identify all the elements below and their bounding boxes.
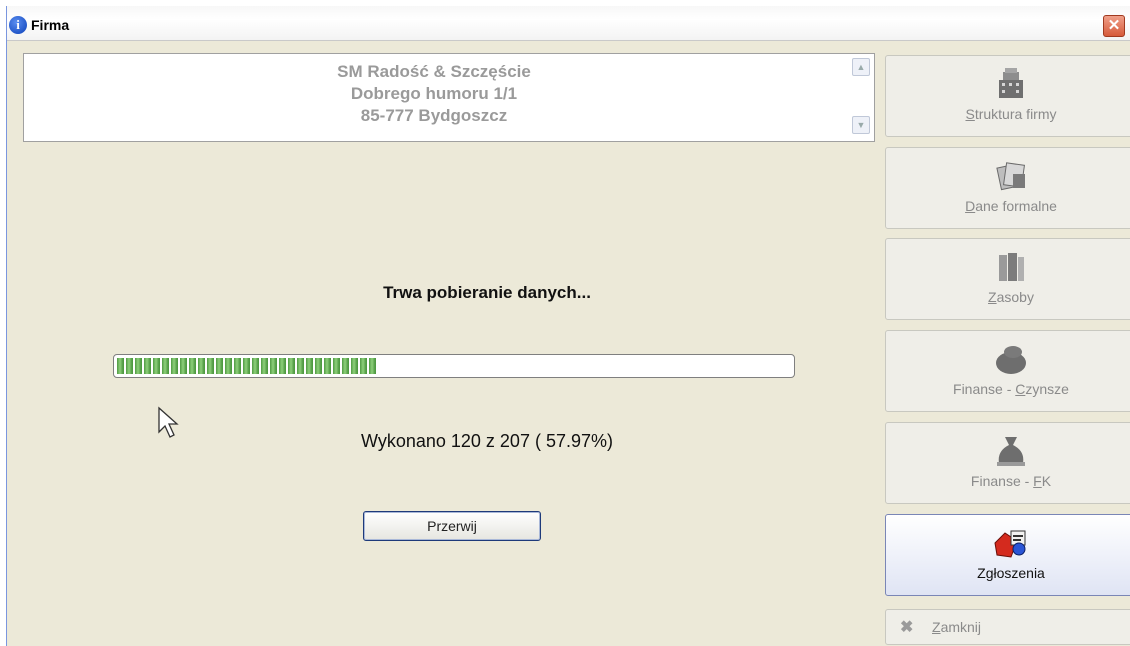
nav-formal-data-button[interactable]: Dane formalne [885, 147, 1130, 229]
nav-resources-label: Zasoby [988, 289, 1034, 305]
status-text: Trwa pobieranie danych... [383, 283, 591, 302]
window-close-button[interactable]: ✕ [1103, 15, 1125, 37]
address-line-name: SM Radość & Szczęście [337, 62, 531, 81]
nav-rent-finance-label: Finanse - Czynsze [953, 381, 1069, 397]
window-title: Firma [31, 17, 70, 33]
progress-count-text: Wykonano 120 z 207 ( 57.97%) [361, 431, 613, 451]
nav-reports-label: Zgłoszenia [977, 565, 1045, 581]
firma-window: i Firma ✕ SM Radość & Szczęście Dobrego … [6, 6, 1130, 646]
nav-fk-finance-button[interactable]: Finanse - FK [885, 422, 1130, 504]
nav-structure-button[interactable]: Struktura firmy [885, 55, 1130, 137]
money-bag-icon [996, 346, 1026, 374]
binders-icon [999, 253, 1024, 281]
nav-structure-label: Struktura firmy [965, 106, 1057, 122]
progress-bar [113, 354, 795, 378]
nav-formal-data-label: Dane formalne [965, 198, 1057, 214]
documents-icon [996, 162, 1026, 191]
reports-icon [994, 530, 1026, 558]
money-sack-icon [997, 437, 1025, 466]
nav-fk-finance-label: Finanse - FK [970, 473, 1052, 489]
address-scrollbar[interactable]: ▲ ▼ [852, 58, 870, 136]
nav-rent-finance-button[interactable]: Finanse - Czynsze [885, 330, 1130, 412]
title-bar[interactable]: i Firma ✕ [7, 6, 1130, 41]
mouse-cursor-icon [158, 406, 179, 438]
address-line-city: 85-777 Bydgoszcz [360, 106, 508, 125]
progress-fill [117, 358, 378, 374]
close-x-icon: ✖ [900, 619, 914, 636]
close-label: Zamknij [932, 619, 982, 635]
building-icon [999, 68, 1023, 98]
close-button[interactable]: ✖ Zamknij [885, 609, 1130, 645]
nav-resources-button[interactable]: Zasoby [885, 238, 1130, 320]
address-line-street: Dobrego humoru 1/1 [350, 84, 518, 103]
scroll-up-button[interactable]: ▲ [852, 58, 870, 76]
company-address-box[interactable]: SM Radość & Szczęście Dobrego humoru 1/1… [23, 53, 875, 142]
scroll-down-button[interactable]: ▼ [852, 116, 870, 134]
nav-reports-button[interactable]: Zgłoszenia [885, 514, 1130, 596]
abort-button[interactable]: Przerwij [363, 511, 541, 541]
info-icon: i [9, 16, 27, 34]
